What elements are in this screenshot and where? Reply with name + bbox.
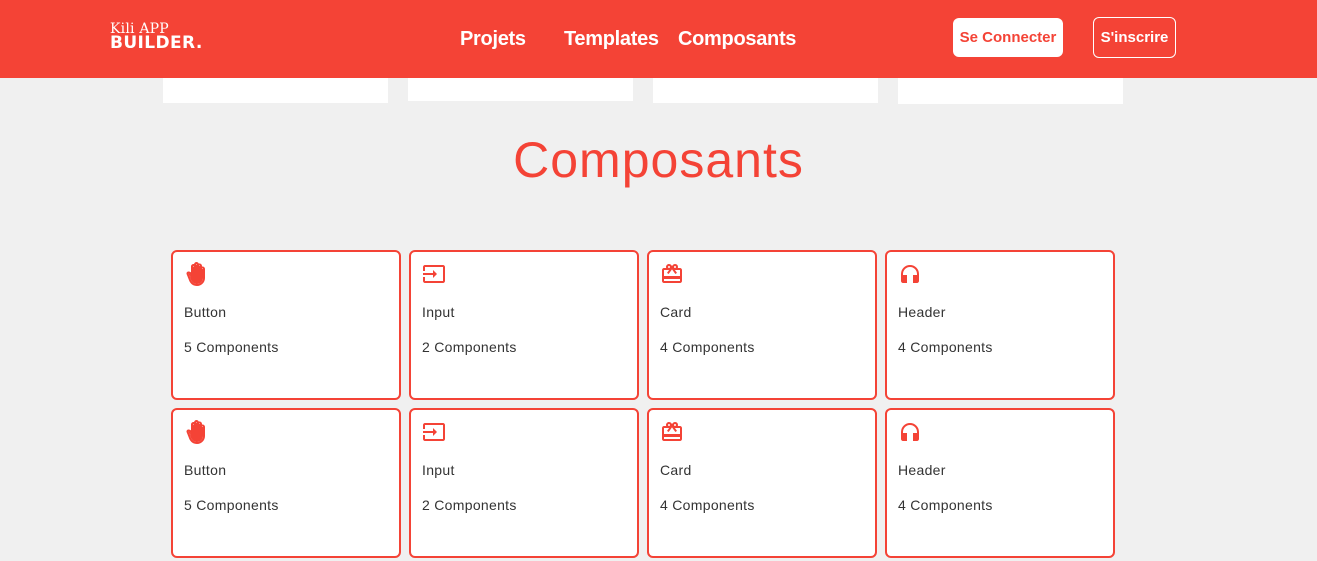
input-icon [422, 262, 446, 286]
component-card-card[interactable]: Card 4 Components [647, 408, 877, 558]
login-button[interactable]: Se Connecter [953, 18, 1063, 57]
headphones-icon [898, 262, 922, 286]
component-card-title: Input [422, 304, 455, 320]
app-logo[interactable]: Kili APP BUILDER. [110, 22, 203, 52]
component-card-count: 4 Components [660, 497, 755, 513]
previous-card-stub [898, 78, 1123, 104]
component-card-card[interactable]: Card 4 Components [647, 250, 877, 400]
component-card-count: 5 Components [184, 339, 279, 355]
component-card-count: 2 Components [422, 497, 517, 513]
component-card-title: Button [184, 304, 227, 320]
component-card-title: Card [660, 304, 692, 320]
component-card-title: Header [898, 304, 946, 320]
component-card-title: Header [898, 462, 946, 478]
card-icon [660, 420, 684, 444]
component-card-title: Card [660, 462, 692, 478]
component-card-title: Input [422, 462, 455, 478]
component-card-input[interactable]: Input 2 Components [409, 408, 639, 558]
top-navbar: Kili APP BUILDER. Projets Templates Comp… [0, 0, 1317, 78]
hand-icon [184, 420, 208, 444]
component-card-title: Button [184, 462, 227, 478]
logo-line-2: BUILDER. [110, 33, 203, 53]
nav-link-composants[interactable]: Composants [678, 27, 796, 51]
component-card-count: 2 Components [422, 339, 517, 355]
previous-card-stub [653, 78, 878, 103]
component-card-button[interactable]: Button 5 Components [171, 408, 401, 558]
hand-icon [184, 262, 208, 286]
nav-link-templates[interactable]: Templates [564, 27, 659, 51]
input-icon [422, 420, 446, 444]
nav-link-projets[interactable]: Projets [460, 27, 526, 51]
component-card-count: 4 Components [660, 339, 755, 355]
previous-card-stub [163, 78, 388, 103]
component-card-count: 4 Components [898, 497, 993, 513]
previous-card-stub [408, 78, 633, 101]
component-card-header[interactable]: Header 4 Components [885, 408, 1115, 558]
section-title: Composants [513, 132, 804, 188]
signup-button[interactable]: S'inscrire [1093, 17, 1176, 58]
component-card-input[interactable]: Input 2 Components [409, 250, 639, 400]
component-card-count: 4 Components [898, 339, 993, 355]
component-card-button[interactable]: Button 5 Components [171, 250, 401, 400]
component-card-header[interactable]: Header 4 Components [885, 250, 1115, 400]
headphones-icon [898, 420, 922, 444]
card-icon [660, 262, 684, 286]
component-card-count: 5 Components [184, 497, 279, 513]
